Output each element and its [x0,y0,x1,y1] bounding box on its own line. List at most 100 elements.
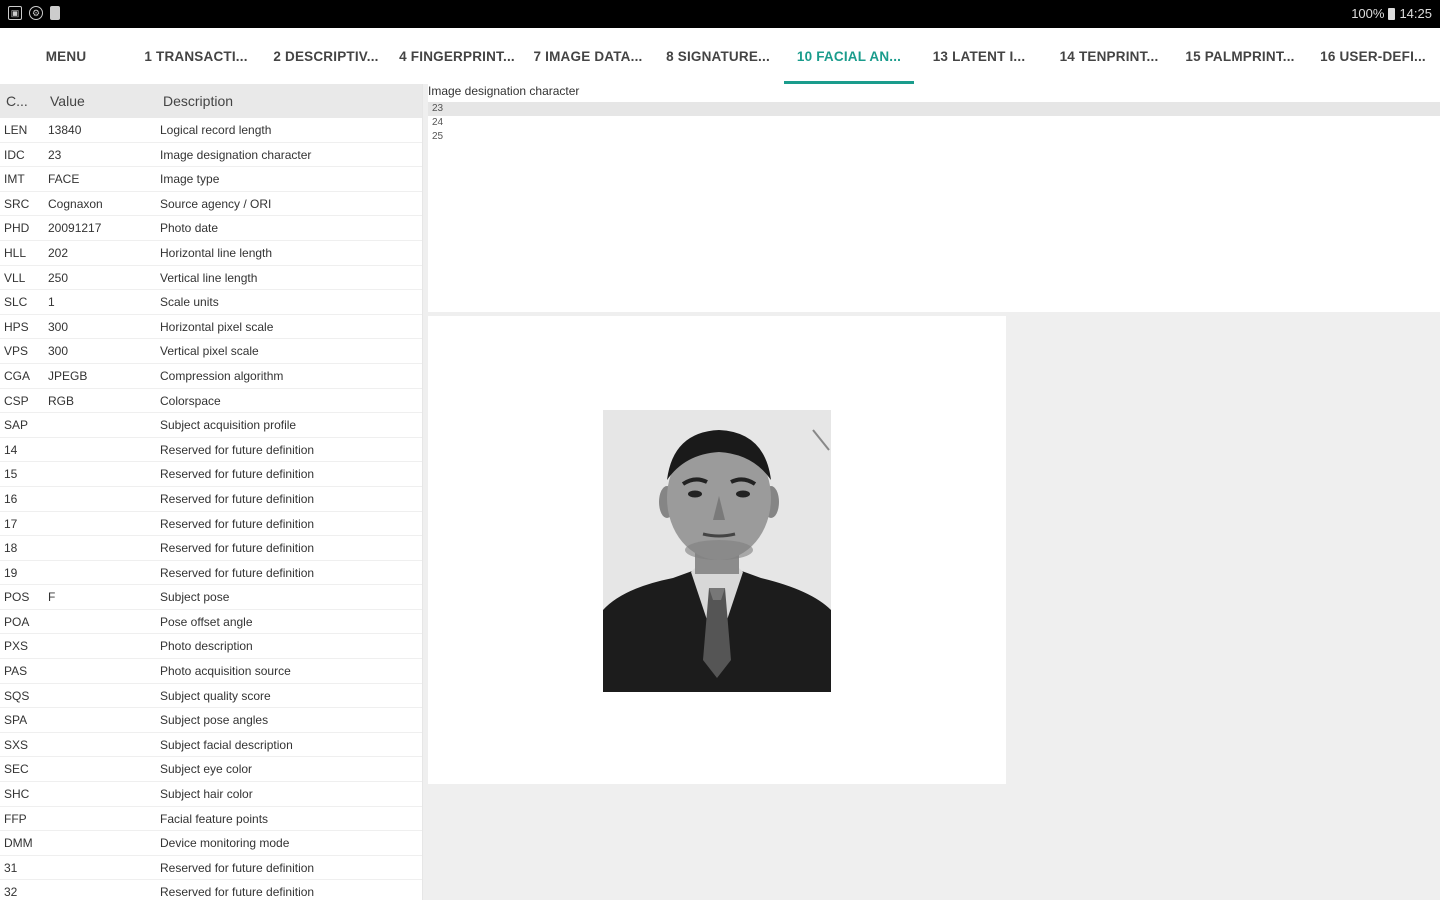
cell-code: 31 [4,860,18,875]
cell-value: 300 [48,344,69,359]
cell-value: 13840 [48,123,82,137]
cell-code: 19 [4,565,18,580]
table-row[interactable]: HPS 300 Horizontal pixel scale [0,315,422,340]
table-row[interactable]: SPA Subject pose angles [0,708,422,733]
table-row[interactable]: SAP Subject acquisition profile [0,413,422,438]
cell-code: SHC [4,787,30,802]
cell-code: PXS [4,639,29,654]
cell-code: 18 [4,541,18,556]
table-row[interactable]: SQS Subject quality score [0,684,422,709]
tab-descriptive[interactable]: 2 DESCRIPTIV... [262,28,390,84]
table-row[interactable]: 14 Reserved for future definition [0,438,422,463]
cell-description: Photo date [160,221,219,236]
table-row[interactable]: DMM Device monitoring mode [0,831,422,856]
cell-code: SXS [4,737,29,752]
table-row[interactable]: IDC 23 Image designation character [0,143,422,168]
column-header-description[interactable]: Description [163,93,233,109]
table-row[interactable]: VLL 250 Vertical line length [0,266,422,291]
cell-value: FACE [48,172,80,187]
cell-code: VLL [4,270,26,285]
table-row[interactable]: SLC 1 Scale units [0,290,422,315]
status-bar: ▣ ⚙ 100% 14:25 [0,0,1440,28]
table-row[interactable]: SHC Subject hair color [0,782,422,807]
tab-latent-image[interactable]: 13 LATENT I... [918,28,1040,84]
cell-code: 32 [4,885,18,900]
cell-code: SPA [4,713,28,728]
cell-description: Subject facial description [160,737,293,752]
table-row[interactable]: CGA JPEGB Compression algorithm [0,364,422,389]
column-header-value[interactable]: Value [50,93,85,109]
cell-description: Reserved for future definition [160,565,315,580]
column-header-code[interactable]: C... [6,93,28,109]
tab-palmprint[interactable]: 15 PALMPRINT... [1174,28,1306,84]
cell-code: SQS [4,688,30,703]
tab-facial-analysis[interactable]: 10 FACIAL AN... [784,28,914,84]
table-row[interactable]: 18 Reserved for future definition [0,536,422,561]
cell-code: PHD [4,221,30,236]
table-row[interactable]: HLL 202 Horizontal line length [0,241,422,266]
tab-transaction[interactable]: 1 TRANSACTI... [134,28,258,84]
cell-description: Vertical line length [160,270,258,285]
list-item-selected[interactable]: 23 [428,102,1440,116]
table-body: LEN 13840 Logical record length IDC 23 Image … [0,118,422,900]
cell-code: FFP [4,811,27,826]
cell-code: CGA [4,368,31,383]
cell-description: Image designation character [160,147,312,162]
cell-code: 14 [4,442,18,457]
sd-card-icon [50,6,60,20]
cell-description: Reserved for future definition [160,860,315,875]
cell-description: Reserved for future definition [160,467,315,482]
table-row[interactable]: POA Pose offset angle [0,610,422,635]
detail-title: Image designation character [428,84,580,98]
cell-description: Subject quality score [160,688,271,703]
table-row[interactable]: PHD 20091217 Photo date [0,216,422,241]
table-row[interactable]: SRC Cognaxon Source agency / ORI [0,192,422,217]
table-row[interactable]: 16 Reserved for future definition [0,487,422,512]
list-item[interactable]: 24 [432,116,443,130]
tab-menu[interactable]: MENU [30,28,102,84]
cell-value: JPEGB [48,368,88,383]
tab-image-data[interactable]: 7 IMAGE DATA... [524,28,652,84]
table-row[interactable]: VPS 300 Vertical pixel scale [0,339,422,364]
table-row[interactable]: 17 Reserved for future definition [0,512,422,537]
cell-code: SLC [4,295,28,310]
tab-user-defined[interactable]: 16 USER-DEFI... [1310,28,1436,84]
table-row[interactable]: POS F Subject pose [0,585,422,610]
table-row[interactable]: 32 Reserved for future definition [0,880,422,900]
table-row[interactable]: SEC Subject eye color [0,757,422,783]
table-row[interactable]: LEN 13840 Logical record length [0,118,422,143]
cell-code: 15 [4,467,18,482]
cell-code: HLL [4,245,27,260]
table-row[interactable]: FFP Facial feature points [0,807,422,832]
cell-code: LEN [4,123,28,137]
cell-value: RGB [48,393,75,408]
tab-signature[interactable]: 8 SIGNATURE... [656,28,780,84]
table-row[interactable]: 31 Reserved for future definition [0,856,422,881]
cell-code: IDC [4,147,25,162]
cell-value: 300 [48,319,69,334]
table-row[interactable]: PXS Photo description [0,634,422,660]
table-row[interactable]: 19 Reserved for future definition [0,561,422,586]
tab-tenprint[interactable]: 14 TENPRINT... [1046,28,1172,84]
tab-fingerprint[interactable]: 4 FINGERPRINT... [392,28,522,84]
cell-description: Subject eye color [160,762,253,777]
cell-description: Subject pose [160,590,230,605]
gallery-icon: ▣ [8,6,22,20]
cell-value: 20091217 [48,221,102,236]
cell-description: Photo description [160,639,253,654]
cell-description: Source agency / ORI [160,196,272,211]
table-row[interactable]: SXS Subject facial description [0,733,422,758]
table-row[interactable]: 15 Reserved for future definition [0,462,422,487]
cell-description: Facial feature points [160,811,269,826]
table-row[interactable]: IMT FACE Image type [0,167,422,192]
cell-description: Horizontal pixel scale [160,319,274,334]
cell-code: POS [4,590,30,605]
cell-code: VPS [4,344,29,359]
clock: 14:25 [1399,6,1432,21]
cell-description: Subject acquisition profile [160,418,297,433]
table-header: C... Value Description [0,84,422,118]
list-item[interactable]: 25 [432,130,443,144]
table-row[interactable]: PAS Photo acquisition source [0,659,422,684]
table-row[interactable]: CSP RGB Colorspace [0,389,422,414]
cell-code: HPS [4,319,29,334]
